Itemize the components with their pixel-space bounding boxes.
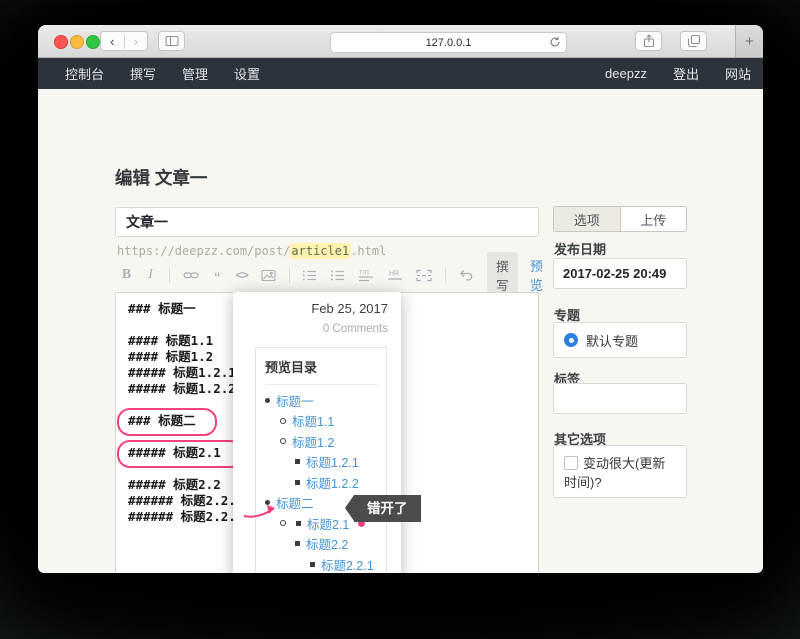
svg-text:HR: HR (389, 270, 399, 277)
topic-option-box: 默认专题 (553, 322, 687, 358)
annotation-circle-heading2-1 (117, 440, 243, 468)
sidebar-toggle-button[interactable] (158, 31, 185, 51)
toolbar-divider (445, 268, 446, 283)
preview-date: Feb 25, 2017 (311, 301, 388, 316)
circle-bullet (280, 418, 286, 424)
heading-icon[interactable]: TITL (358, 267, 374, 283)
sidebar-toggle-icon (165, 34, 179, 48)
share-icon (642, 34, 656, 48)
history-nav-group: ‹ › (100, 31, 148, 51)
ordered-list-icon[interactable] (302, 267, 317, 283)
quote-icon[interactable]: “ (212, 264, 223, 287)
tab-upload[interactable]: 上传 (621, 207, 687, 231)
toc-item: 标题2.2 (295, 534, 378, 555)
toc-item: 标题1.2.2 (295, 472, 378, 493)
italic-icon[interactable]: I (145, 267, 156, 283)
minimize-window-button[interactable] (70, 35, 84, 49)
square-bullet (295, 541, 300, 546)
toc-link[interactable]: 标题1.2.1 (306, 452, 359, 471)
toc-item: 标题1.1 (280, 411, 378, 432)
preview-comments-count: 0 Comments (323, 323, 388, 335)
preview-popover: Feb 25, 2017 0 Comments 预览目录 标题一 标题1.1 标… (233, 292, 401, 573)
address-bar[interactable]: 127.0.0.1 (330, 32, 567, 53)
toc-link[interactable]: 标题2.2 (306, 534, 348, 553)
forward-button[interactable]: › (125, 34, 148, 49)
page-title: 编辑 文章一 (115, 165, 207, 190)
post-title-input[interactable] (115, 207, 539, 237)
preview-toc-box: 预览目录 标题一 标题1.1 标题1.2 标题1.2.1 (255, 347, 387, 573)
preview-mode-button[interactable]: 预览 (530, 256, 543, 294)
close-window-button[interactable] (54, 35, 68, 49)
toc-link[interactable]: 标题2.2.1 (321, 555, 374, 573)
nav-item-write[interactable]: 撰写 (130, 64, 156, 83)
nav-item-settings[interactable]: 设置 (234, 64, 260, 83)
publish-date-label: 发布日期 (554, 239, 606, 258)
new-tab-button[interactable]: + (735, 25, 763, 57)
toolbar-divider (169, 268, 170, 283)
url-text: 127.0.0.1 (426, 37, 472, 49)
square-bullet (296, 521, 301, 526)
nav-item-manage[interactable]: 管理 (182, 64, 208, 83)
app-navbar: 控制台 撰写 管理 设置 deepzz 登出 网站 (38, 58, 763, 89)
checkbox-label[interactable]: 变动很大(更新时间)? (564, 456, 665, 490)
nav-item-username[interactable]: deepzz (605, 66, 647, 81)
sidebar-tabs: 选项 上传 (553, 206, 687, 232)
browser-titlebar: ‹ › 127.0.0.1 (38, 25, 763, 58)
disc-bullet (265, 398, 270, 403)
slug-suffix: .html (350, 244, 386, 258)
tab-overview-button[interactable] (680, 31, 707, 51)
nav-item-dashboard[interactable]: 控制台 (65, 64, 104, 83)
tags-input[interactable] (553, 383, 687, 414)
toc-item: 标题2.2.1 (310, 554, 378, 573)
annotation-arrow-icon (241, 501, 283, 523)
toc-item: 标题一 (265, 390, 378, 411)
slug-prefix: https://deepzz.com/post/ (117, 244, 290, 258)
reload-icon[interactable] (549, 36, 561, 48)
post-url-preview: https://deepzz.com/post/article1.html (117, 244, 386, 258)
annotation-tooltip: 错开了 (354, 495, 421, 522)
link-icon[interactable] (183, 267, 199, 283)
topic-option-label[interactable]: 默认专题 (586, 331, 638, 350)
browser-window: ‹ › 127.0.0.1 (38, 25, 763, 573)
page-content: 编辑 文章一 https://deepzz.com/post/article1.… (38, 89, 763, 573)
other-options-box: 变动很大(更新时间)? (553, 445, 687, 498)
bold-icon[interactable]: B (121, 267, 132, 283)
checkbox-unchecked-icon[interactable] (564, 456, 578, 470)
square-bullet (295, 459, 300, 464)
plus-icon: + (745, 33, 754, 50)
code-icon[interactable]: <> (236, 267, 248, 283)
nav-item-site[interactable]: 网站 (725, 64, 751, 83)
zoom-window-button[interactable] (86, 35, 100, 49)
share-button[interactable] (635, 31, 662, 51)
page-break-icon[interactable] (416, 267, 432, 283)
toc-link[interactable]: 标题1.1 (292, 411, 334, 430)
radio-selected-icon[interactable] (564, 333, 578, 347)
circle-bullet (280, 438, 286, 444)
tab-options[interactable]: 选项 (554, 207, 621, 231)
annotation-circle-heading2 (117, 408, 217, 436)
tab-overview-icon (687, 34, 701, 48)
toc-link[interactable]: 标题一 (276, 391, 314, 410)
nav-item-logout[interactable]: 登出 (673, 64, 699, 83)
undo-icon[interactable] (459, 267, 474, 283)
toc-title: 预览目录 (265, 357, 378, 385)
toc-link[interactable]: 标题1.2.2 (306, 473, 359, 492)
slug-highlight: article1 (290, 243, 350, 259)
publish-date-input[interactable] (553, 258, 687, 289)
image-icon[interactable] (261, 267, 276, 283)
markdown-toolbar: B I “ <> (121, 261, 543, 289)
back-button[interactable]: ‹ (101, 34, 125, 49)
unordered-list-icon[interactable] (330, 267, 345, 283)
square-bullet (295, 480, 300, 485)
square-bullet (310, 562, 315, 567)
toc-link[interactable]: 标题1.2 (292, 432, 334, 451)
svg-text:TITL: TITL (359, 270, 370, 276)
toolbar-divider (289, 268, 290, 283)
toc-link[interactable]: 标题2.1 (307, 514, 349, 533)
toc-item: 标题1.2 (280, 431, 378, 452)
toc-item: 标题1.2.1 (295, 452, 378, 473)
horizontal-rule-icon[interactable]: HR (387, 267, 403, 283)
